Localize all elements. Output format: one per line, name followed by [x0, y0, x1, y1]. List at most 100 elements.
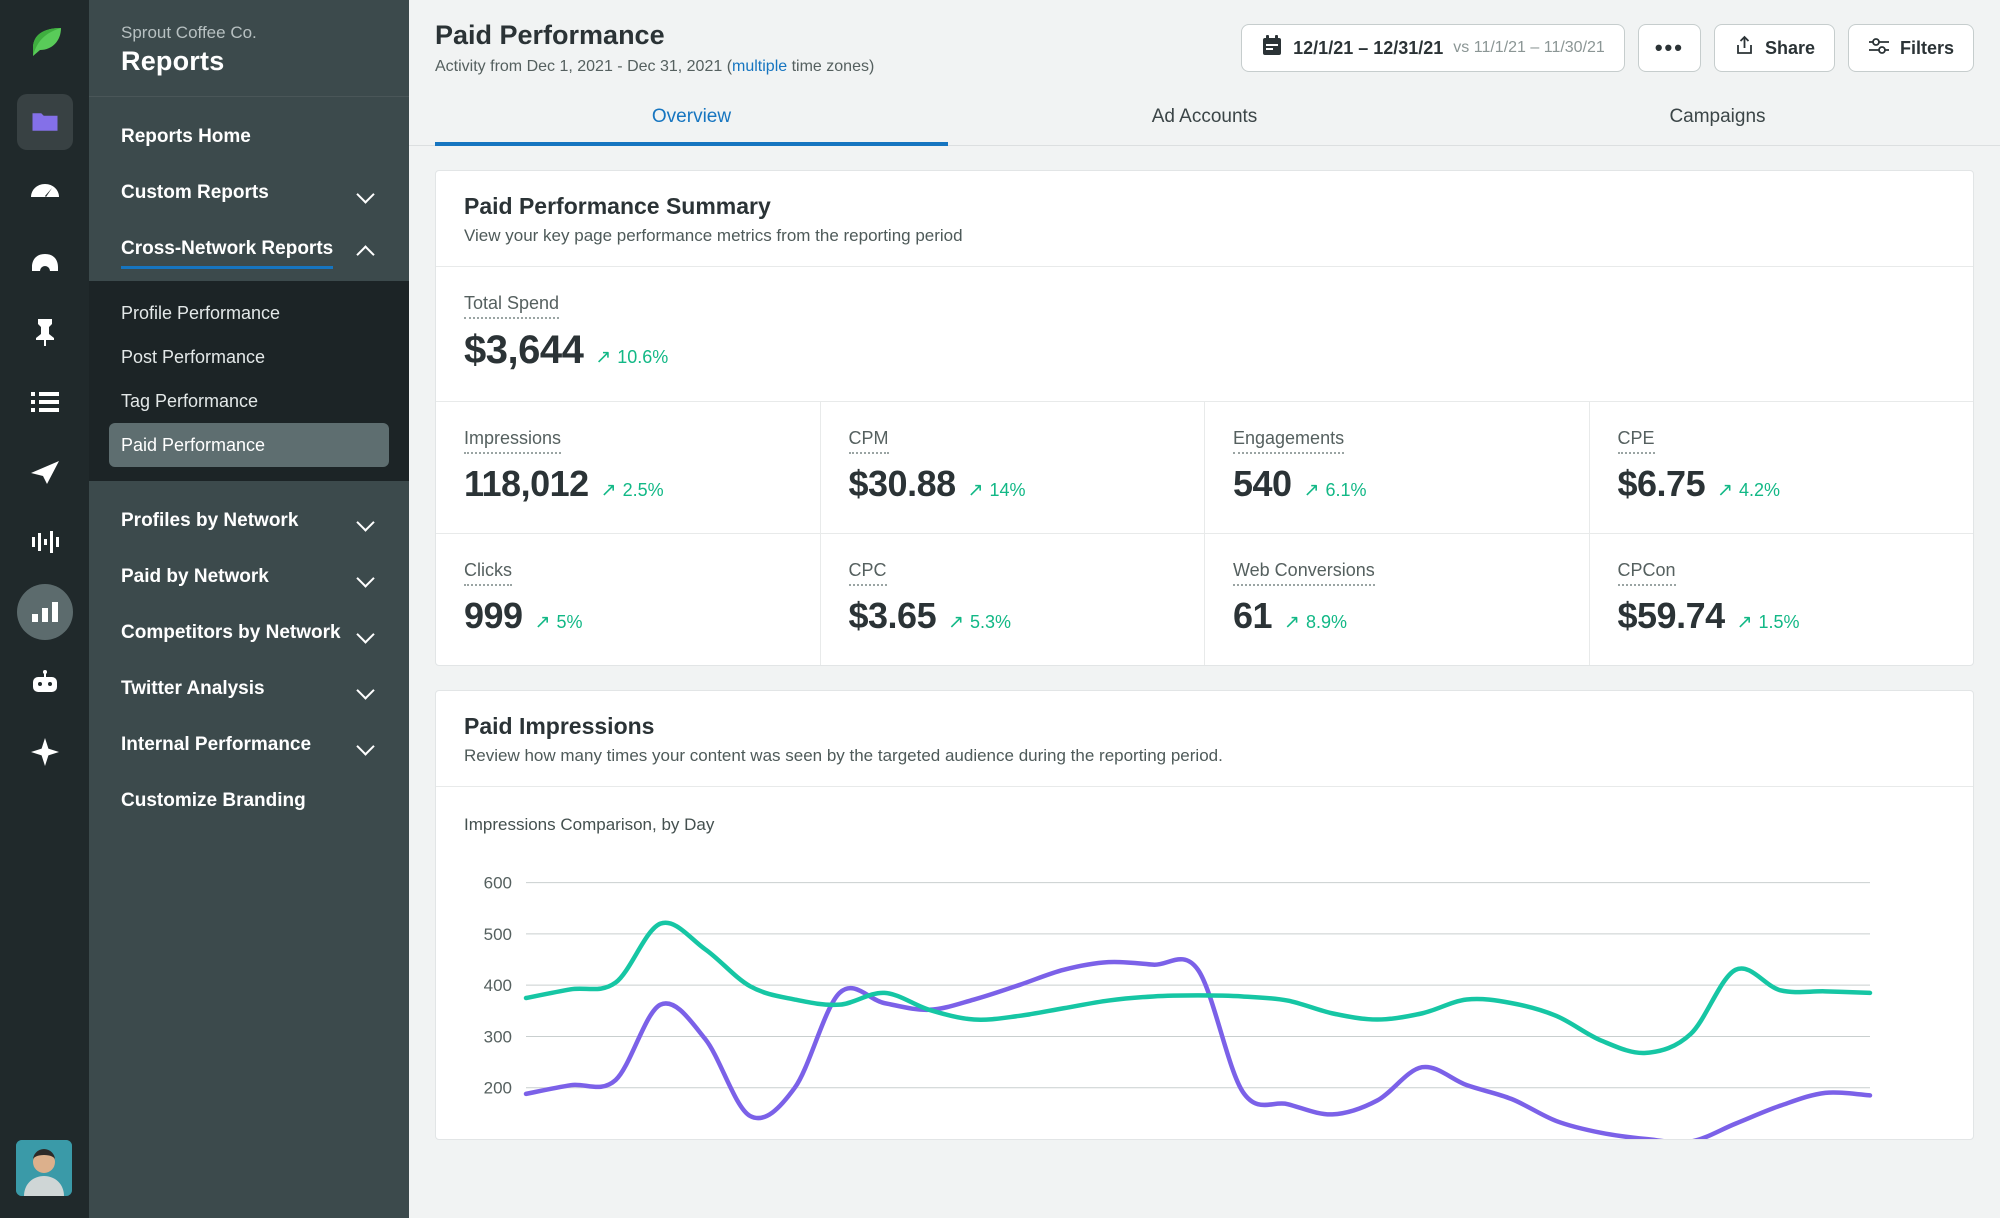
metrics-row-1: Impressions 118,012 ↗ 2.5% CPM $30.88 ↗ … [436, 402, 1973, 534]
metric-label[interactable]: CPC [848, 560, 887, 586]
chart-y-tick-label: 300 [484, 1027, 512, 1046]
sidebar-item-label: Profiles by Network [121, 510, 299, 531]
chevron-down-icon [357, 567, 377, 587]
metric-value-row: 999 ↗ 5% [464, 595, 792, 637]
sidebar-item-twitter-analysis[interactable]: Twitter Analysis [89, 661, 409, 717]
summary-title: Paid Performance Summary [464, 193, 771, 219]
rail-item-sparkle-star-icon[interactable] [17, 724, 73, 780]
metric-value-row: 61 ↗ 8.9% [1233, 595, 1561, 637]
sidebar: Sprout Coffee Co. Reports Reports Home C… [89, 0, 409, 1218]
sidebar-subitem-paid-performance[interactable]: Paid Performance [109, 423, 389, 467]
metric-label[interactable]: Impressions [464, 428, 562, 454]
metric-delta-value: 8.9% [1305, 612, 1347, 632]
sidebar-item-customize-branding[interactable]: Customize Branding [89, 773, 409, 829]
sidebar-subitem-profile-performance[interactable]: Profile Performance [109, 291, 389, 335]
metric-delta: ↗ 1.5% [1737, 611, 1800, 634]
rail-item-inbox-icon[interactable] [17, 234, 73, 290]
metric-delta: ↗ 10.6% [595, 346, 668, 369]
metric-total-spend: Total Spend $3,644 ↗ 10.6% [436, 267, 1973, 402]
rail-item-publish-send-icon[interactable] [17, 444, 73, 500]
summary-card-header: Paid Performance Summary View your key p… [436, 171, 1973, 267]
tab-overview[interactable]: Overview [435, 92, 948, 146]
trend-up-arrow-icon: ↗ [1284, 612, 1300, 633]
trend-up-arrow-icon: ↗ [534, 612, 551, 633]
metric-value: 118,012 [464, 463, 589, 504]
trend-up-arrow-icon: ↗ [967, 480, 984, 501]
metric-delta-value: 4.2% [1739, 480, 1781, 500]
rail-item-reports-bar-icon[interactable] [16, 584, 73, 640]
sidebar-item-competitors-by-network[interactable]: Competitors by Network [89, 605, 409, 661]
impressions-description: Review how many times your content was s… [464, 746, 1223, 765]
rail-item-bot-icon[interactable] [17, 654, 73, 710]
metric-label[interactable]: CPM [848, 428, 889, 454]
tab-campaigns[interactable]: Campaigns [1461, 92, 1974, 145]
sidebar-item-profiles-by-network[interactable]: Profiles by Network [89, 493, 409, 549]
metric-delta: ↗ 8.9% [1284, 611, 1347, 634]
more-options-button[interactable]: ••• [1637, 24, 1701, 72]
tab-label: Campaigns [1669, 106, 1766, 127]
sprout-leaf-logo[interactable] [17, 16, 73, 72]
rail-item-list-icon[interactable] [17, 374, 73, 430]
metric-label[interactable]: CPCon [1617, 560, 1676, 586]
sidebar-item-paid-by-network[interactable]: Paid by Network [89, 549, 409, 605]
sidebar-subitem-tag-performance[interactable]: Tag Performance [109, 379, 389, 423]
metric-label[interactable]: Web Conversions [1233, 560, 1375, 586]
metric-delta-value: 10.6% [617, 347, 669, 367]
rail-item-dashboard-gauge-icon[interactable] [17, 164, 73, 220]
metric-label[interactable]: Clicks [464, 560, 512, 586]
metric-delta-value: 2.5% [622, 480, 664, 500]
chevron-up-icon [357, 239, 377, 259]
metric-cpcon: CPCon $59.74 ↗ 1.5% [1590, 534, 1974, 665]
sidebar-subitem-label: Tag Performance [121, 390, 259, 411]
sidebar-bottom-group: Profiles by Network Paid by Network Comp… [89, 481, 409, 833]
metric-delta: ↗ 14% [968, 479, 1026, 502]
metric-delta: ↗ 2.5% [601, 479, 664, 502]
sidebar-item-label: Customize Branding [121, 790, 306, 811]
date-range-picker[interactable]: 12/1/21 – 12/31/21 vs 11/1/21 – 11/30/21 [1241, 24, 1625, 72]
metric-impressions: Impressions 118,012 ↗ 2.5% [436, 402, 821, 533]
share-label: Share [1764, 37, 1815, 58]
share-button[interactable]: Share [1713, 24, 1835, 72]
rail-item-listening-waveform-icon[interactable] [17, 514, 73, 570]
tab-ad-accounts[interactable]: Ad Accounts [948, 92, 1461, 145]
sidebar-subitem-label: Paid Performance [121, 434, 266, 455]
impressions-chart[interactable]: 200 300 400 500 600 [464, 849, 1945, 1139]
metric-value-row: $59.74 ↗ 1.5% [1618, 595, 1946, 637]
sidebar-submenu-cross-network: Profile Performance Post Performance Tag… [89, 281, 409, 481]
chart-caption: Impressions Comparison, by Day [464, 815, 715, 834]
sidebar-item-label: Internal Performance [121, 734, 312, 755]
sidebar-header: Sprout Coffee Co. Reports [89, 0, 409, 97]
metric-value: $59.74 [1617, 595, 1726, 636]
metric-delta-value: 6.1% [1325, 480, 1367, 500]
chart-y-tick-label: 400 [484, 976, 512, 995]
sidebar-item-custom-reports[interactable]: Custom Reports [89, 165, 409, 221]
sidebar-item-label: Twitter Analysis [121, 678, 265, 699]
metric-value-row: $30.88 ↗ 14% [849, 463, 1177, 505]
avatar[interactable] [16, 1140, 72, 1196]
rail-item-folder-icon[interactable] [16, 94, 73, 150]
chevron-down-icon [357, 623, 377, 643]
impressions-title: Paid Impressions [464, 713, 655, 739]
paid-performance-summary-card: Paid Performance Summary View your key p… [435, 170, 1974, 666]
rail-item-pin-icon[interactable] [17, 304, 73, 360]
metric-label[interactable]: Engagements [1233, 428, 1345, 454]
chevron-down-icon [357, 735, 377, 755]
tab-label: Ad Accounts [1151, 106, 1258, 127]
metric-delta-value: 5.3% [970, 612, 1012, 632]
metric-value: $3.65 [848, 595, 937, 636]
tab-label: Overview [651, 106, 732, 127]
timezone-link[interactable]: multiple [732, 58, 787, 75]
sidebar-subitem-label: Post Performance [121, 346, 266, 367]
sidebar-item-internal-performance[interactable]: Internal Performance [89, 717, 409, 773]
metric-label[interactable]: CPE [1617, 428, 1655, 454]
sidebar-item-reports-home[interactable]: Reports Home [89, 109, 409, 165]
impressions-chart-body: Impressions Comparison, by Day 200 300 400… [436, 787, 1973, 1139]
filters-button[interactable]: Filters [1847, 24, 1974, 72]
sidebar-subitem-post-performance[interactable]: Post Performance [109, 335, 389, 379]
metric-delta-value: 1.5% [1758, 612, 1800, 632]
chart-y-tick-label: 200 [484, 1079, 512, 1098]
sidebar-item-cross-network-reports[interactable]: Cross-Network Reports [89, 221, 409, 277]
paid-impressions-card: Paid Impressions Review how many times y… [435, 690, 1974, 1140]
metric-label[interactable]: Total Spend [464, 293, 560, 319]
header-actions: 12/1/21 – 12/31/21 vs 11/1/21 – 11/30/21… [1241, 24, 1974, 72]
